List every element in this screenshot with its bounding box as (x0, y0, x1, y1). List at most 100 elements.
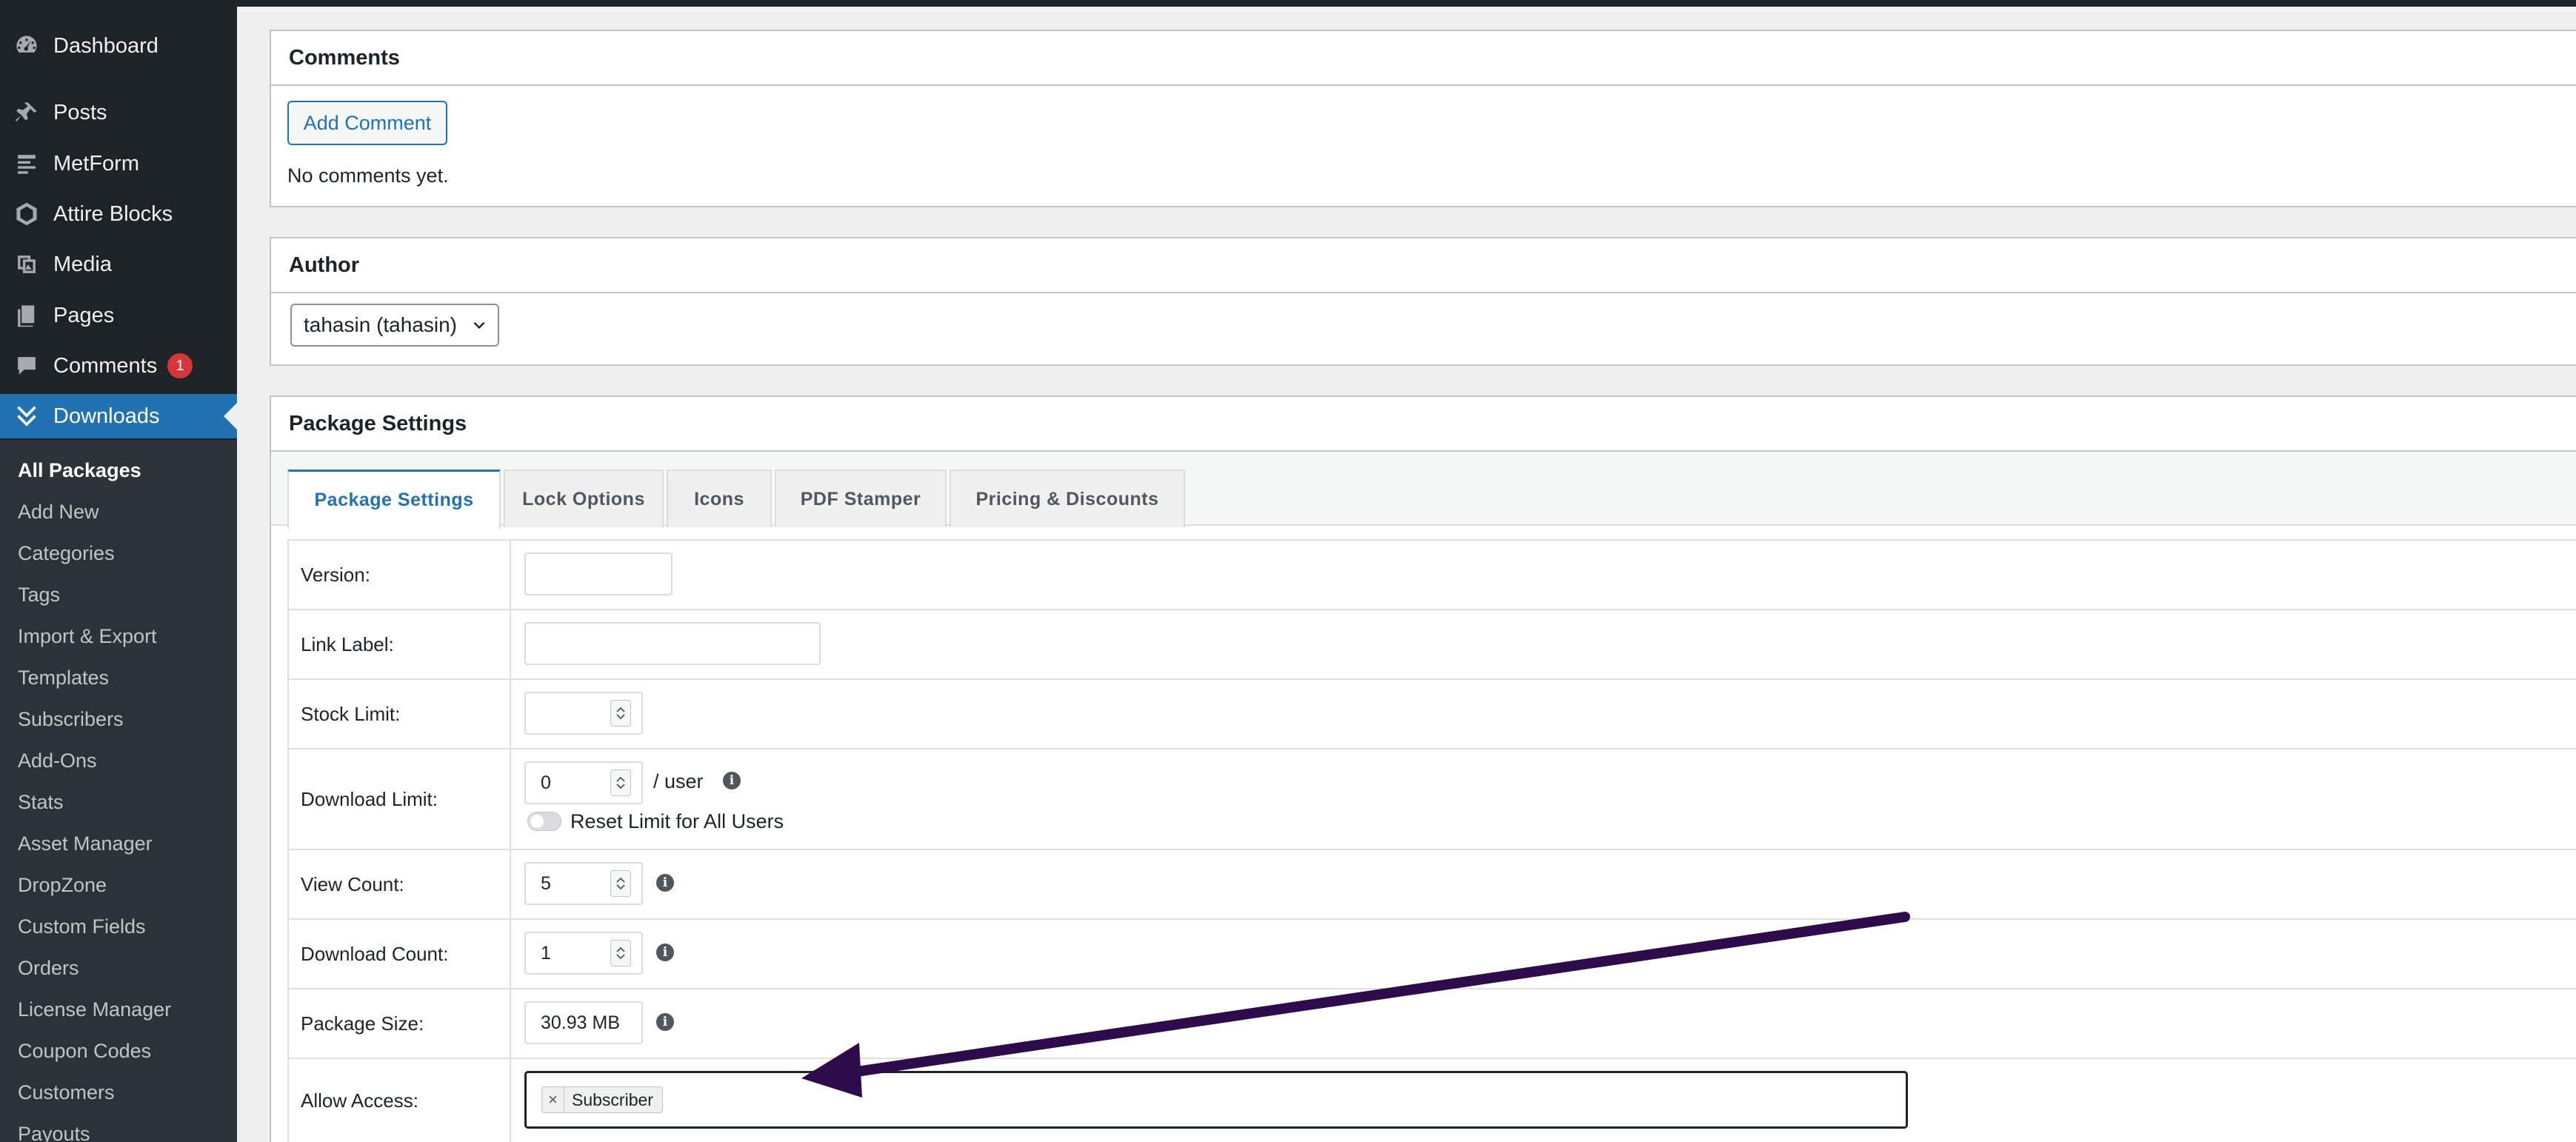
sidebar-item-label: Media (53, 252, 112, 276)
comment-icon (0, 344, 53, 388)
setting-row-download-count: Download Count: 1 i (287, 920, 2576, 989)
sidebar-item-label: Pages (53, 303, 115, 327)
tab-pricing-discounts[interactable]: Pricing & Discounts (950, 470, 1185, 527)
submenu-tags[interactable]: Tags (18, 584, 60, 607)
submenu-all-packages[interactable]: All Packages (18, 459, 141, 482)
role-chip-label: Subscriber (572, 1089, 653, 1109)
sidebar-item-pages[interactable]: Pages (0, 293, 237, 338)
info-icon[interactable]: i (656, 944, 674, 961)
sidebar-item-attire-blocks[interactable]: Attire Blocks (0, 192, 237, 236)
submenu-templates[interactable]: Templates (18, 667, 109, 689)
submenu-subscribers[interactable]: Subscribers (18, 708, 124, 731)
info-icon[interactable]: i (656, 874, 674, 892)
tab-package-settings[interactable]: Package Settings (287, 470, 501, 529)
view-count-label: View Count: (289, 850, 511, 918)
info-icon[interactable]: i (723, 772, 741, 789)
submenu-stats[interactable]: Stats (18, 791, 64, 814)
submenu-import-export[interactable]: Import & Export (18, 625, 157, 648)
toggle-knob (530, 815, 544, 828)
sidebar-item-downloads[interactable]: Downloads (0, 394, 237, 438)
chevron-up-icon (616, 707, 625, 712)
chevron-down-icon (616, 714, 625, 720)
download-limit-stepper[interactable] (610, 769, 631, 796)
view-count-input[interactable]: 5 (524, 862, 643, 905)
submenu-orders[interactable]: Orders (18, 957, 79, 980)
view-count-stepper[interactable] (610, 870, 631, 897)
author-panel: Author tahasin (tahasin) (270, 237, 2576, 366)
link-label-input[interactable] (524, 622, 821, 665)
submenu-add-new[interactable]: Add New (18, 501, 99, 524)
package-size-input[interactable]: 30.93 MB (524, 1001, 643, 1044)
view-count-value: 5 (541, 872, 551, 894)
sidebar-item-label: Posts (53, 100, 107, 124)
reset-limit-toggle[interactable] (527, 812, 561, 831)
sidebar-item-comments[interactable]: Comments 1 (0, 344, 237, 388)
author-select[interactable]: tahasin (tahasin) (290, 304, 499, 347)
submenu-license-manager[interactable]: License Manager (18, 998, 171, 1021)
chevron-down-icon (473, 321, 485, 330)
sidebar-item-label: MetForm (53, 151, 139, 176)
submenu-customers[interactable]: Customers (18, 1081, 115, 1104)
stock-limit-stepper[interactable] (610, 700, 631, 727)
dashboard-icon (0, 24, 53, 68)
package-settings-panel-title: Package Settings (271, 397, 2576, 452)
remove-chip-icon[interactable]: × (542, 1086, 564, 1113)
chevron-down-icon (616, 784, 625, 789)
pin-icon (0, 90, 53, 135)
comments-panel: Comments Add Comment No comments yet. (270, 30, 2576, 207)
sidebar-item-label: Downloads (53, 404, 160, 428)
download-count-label: Download Count: (289, 920, 511, 988)
no-comments-text: No comments yet. (287, 164, 449, 187)
sidebar-item-label: Attire Blocks (53, 201, 173, 226)
submenu-add-ons[interactable]: Add-Ons (18, 749, 97, 772)
stock-limit-input[interactable] (524, 692, 643, 735)
tab-icons[interactable]: Icons (667, 470, 772, 527)
submenu-custom-fields[interactable]: Custom Fields (18, 915, 146, 938)
tab-lock-options[interactable]: Lock Options (504, 470, 664, 527)
setting-row-link-label: Link Label: (287, 610, 2576, 680)
comments-panel-title: Comments (271, 31, 2576, 86)
sidebar-item-posts[interactable]: Posts (0, 90, 237, 135)
blocks-icon (0, 192, 53, 236)
downloads-submenu: All Packages Add New Categories Tags Imp… (0, 440, 237, 1142)
setting-row-allow-access: Allow Access: × Subscriber (287, 1059, 2576, 1142)
sidebar-item-dashboard[interactable]: Dashboard (0, 24, 237, 68)
download-limit-value: 0 (541, 772, 551, 793)
media-icon (0, 242, 53, 287)
setting-row-stock-limit: Stock Limit: (287, 680, 2576, 749)
sidebar-item-metform[interactable]: MetForm (0, 141, 237, 186)
download-count-input[interactable]: 1 (524, 932, 643, 975)
download-count-stepper[interactable] (610, 940, 631, 966)
form-icon (0, 141, 53, 186)
stock-limit-label: Stock Limit: (289, 680, 511, 748)
chevron-up-icon (616, 946, 625, 952)
pages-icon (0, 293, 53, 338)
tab-pdf-stamper[interactable]: PDF Stamper (775, 470, 947, 527)
admin-top-bar (0, 0, 2576, 7)
comments-count-badge: 1 (167, 353, 193, 378)
version-label: Version: (289, 541, 511, 609)
role-chip: × Subscriber (541, 1086, 663, 1113)
download-limit-input[interactable]: 0 (524, 761, 643, 804)
submenu-asset-manager[interactable]: Asset Manager (18, 832, 153, 855)
submenu-payouts[interactable]: Payouts (18, 1123, 90, 1142)
author-select-value: tahasin (tahasin) (304, 313, 458, 336)
package-tabs: Package Settings Lock Options Icons PDF … (271, 452, 2576, 529)
submenu-coupon-codes[interactable]: Coupon Codes (18, 1040, 151, 1063)
sidebar-item-label: Comments (53, 353, 158, 378)
setting-row-package-size: Package Size: 30.93 MB i (287, 989, 2576, 1059)
add-comment-button[interactable]: Add Comment (287, 101, 447, 145)
allow-access-select[interactable]: × Subscriber (524, 1071, 1908, 1129)
download-limit-label: Download Limit: (289, 749, 511, 849)
submenu-categories[interactable]: Categories (18, 542, 115, 565)
chevron-down-icon (616, 954, 625, 960)
sidebar-item-media[interactable]: Media (0, 242, 237, 287)
version-input[interactable] (524, 552, 673, 595)
reset-limit-label: Reset Limit for All Users (570, 810, 784, 832)
package-settings-table: Version: Link Label: Stock Limit: Downlo… (287, 539, 2576, 1142)
package-size-label: Package Size: (289, 989, 511, 1058)
download-icon (0, 394, 53, 438)
info-icon[interactable]: i (656, 1013, 674, 1031)
allow-access-label: Allow Access: (289, 1059, 511, 1142)
submenu-dropzone[interactable]: DropZone (18, 874, 107, 897)
